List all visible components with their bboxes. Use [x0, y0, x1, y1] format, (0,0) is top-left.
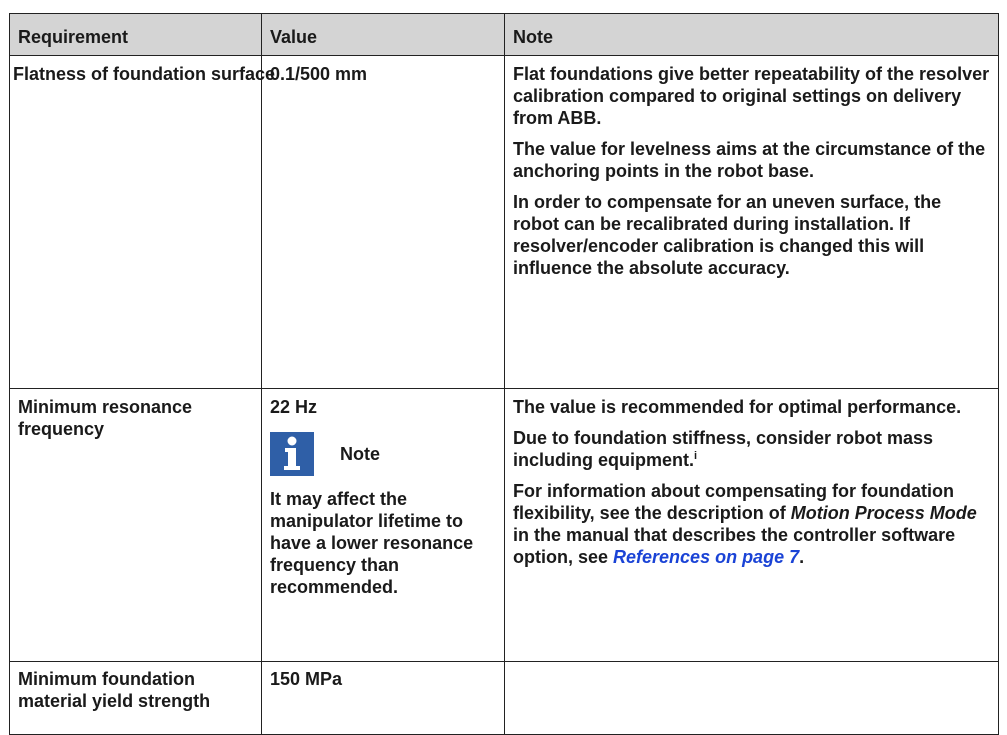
header-note: Note: [504, 13, 999, 56]
note-text: Due to foundation stiffness, consider ro…: [513, 428, 934, 470]
requirement-cell: Minimum foundation material yield streng…: [9, 661, 262, 735]
footnote-marker[interactable]: i: [694, 450, 697, 462]
info-icon: [270, 432, 314, 476]
table-row: Flatness of foundation surface 0.1/500 m…: [9, 55, 999, 389]
note-callout-title: Note: [340, 444, 380, 464]
header-requirement: Requirement: [9, 13, 262, 56]
references-link[interactable]: References on page 7: [613, 547, 799, 567]
note-cell: [504, 661, 999, 735]
foundation-requirements-table: Requirement Value Note Flatness of found…: [9, 13, 999, 735]
header-value: Value: [261, 13, 505, 56]
note-cell: Flat foundations give better repeatabili…: [504, 55, 999, 389]
requirement-text: Minimum resonance frequency: [18, 397, 193, 439]
note-cell: The value is recommended for optimal per…: [504, 388, 999, 662]
note-paragraph: Due to foundation stiffness, consider ro…: [513, 427, 990, 471]
info-suffix: .: [799, 547, 805, 567]
requirement-text: Minimum foundation material yield streng…: [18, 669, 211, 711]
note-paragraph: The value for levelness aims at the circ…: [513, 139, 986, 181]
note-paragraph: For information about compensating for f…: [513, 480, 990, 568]
motion-process-mode-term: Motion Process Mode: [790, 503, 977, 523]
value-cell: 150 MPa: [261, 661, 505, 735]
table-header-row: Requirement Value Note: [9, 13, 999, 56]
requirement-cell: Minimum resonance frequency: [9, 388, 262, 662]
value-cell: 22 Hz Note It may affect the manipulator…: [261, 388, 505, 662]
note-callout-text: It may affect the manipulator lifetime t…: [270, 489, 474, 597]
value-cell: 0.1/500 mm: [261, 55, 505, 389]
requirement-cell: Flatness of foundation surface: [9, 55, 276, 389]
note-paragraph: The value is recommended for optimal per…: [513, 397, 962, 417]
value-text: 0.1/500 mm: [270, 64, 368, 84]
table-row: Minimum foundation material yield streng…: [9, 661, 999, 735]
note-callout-header: Note: [270, 432, 496, 476]
table-row: Minimum resonance frequency 22 Hz Note I…: [9, 388, 999, 662]
requirement-text: Flatness of foundation surface: [13, 64, 276, 84]
note-paragraph: Flat foundations give better repeatabili…: [513, 64, 990, 128]
value-text: 150 MPa: [270, 669, 343, 689]
value-text: 22 Hz: [270, 397, 318, 417]
note-paragraph: In order to compensate for an uneven sur…: [513, 192, 942, 278]
